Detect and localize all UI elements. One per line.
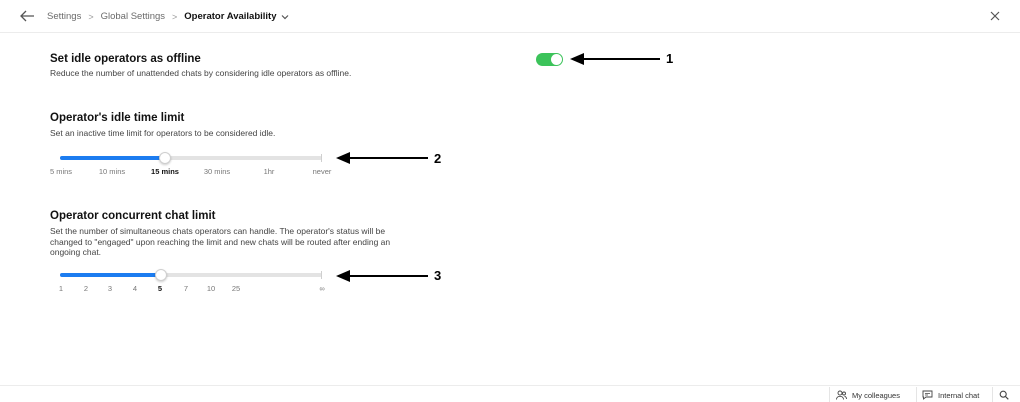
tick-label[interactable]: 1hr (264, 167, 275, 176)
slider-thumb[interactable] (154, 269, 167, 281)
annotation-arrow-3 (336, 270, 428, 282)
tick-label[interactable]: 2 (84, 284, 88, 293)
search-icon[interactable] (999, 390, 1009, 400)
tick-label[interactable]: 1 (59, 284, 63, 293)
chevron-down-icon (281, 14, 288, 19)
tick-label[interactable]: 5 (158, 284, 162, 293)
close-icon[interactable] (990, 11, 1000, 21)
tick-label[interactable]: 30 mins (204, 167, 230, 176)
breadcrumb-global-settings[interactable]: Global Settings (101, 11, 165, 22)
breadcrumb-settings[interactable]: Settings (47, 11, 81, 22)
slider-fill (60, 156, 165, 160)
annotation-number-2: 2 (434, 151, 442, 166)
idle-offline-title: Set idle operators as offline (50, 53, 201, 65)
arrow-line (582, 58, 660, 60)
tick-label[interactable]: 10 mins (99, 167, 125, 176)
tick-label[interactable]: 15 mins (151, 167, 179, 176)
breadcrumb-separator: > (88, 11, 94, 22)
my-colleagues-button[interactable]: My colleagues (836, 389, 900, 401)
footer-bar: My colleagues Internal chat (0, 385, 1020, 402)
idle-time-title: Operator's idle time limit (50, 112, 185, 124)
tick-label[interactable]: 3 (108, 284, 112, 293)
annotation-number-1: 1 (666, 51, 674, 66)
concurrent-slider[interactable] (60, 269, 322, 281)
chat-bubble-icon (922, 390, 933, 400)
footer-divider (829, 387, 830, 402)
idle-offline-description: Reduce the number of unattended chats by… (50, 68, 352, 78)
annotation-arrow-2 (336, 152, 428, 164)
internal-chat-label: Internal chat (938, 390, 980, 400)
tick-label[interactable]: 4 (133, 284, 137, 293)
slider-fill (60, 273, 161, 277)
idle-offline-toggle[interactable] (536, 53, 563, 66)
back-arrow-icon[interactable] (19, 9, 35, 23)
concurrent-title: Operator concurrent chat limit (50, 210, 216, 222)
tick-label[interactable]: never (313, 167, 332, 176)
toggle-knob (551, 54, 562, 65)
annotation-number-3: 3 (434, 268, 442, 283)
slider-end-mark (321, 154, 322, 162)
breadcrumb-current-dropdown[interactable]: Operator Availability (184, 11, 288, 22)
tick-label[interactable]: 25 (232, 284, 240, 293)
footer-divider (916, 387, 917, 402)
footer-divider (992, 387, 993, 402)
idle-time-slider[interactable] (60, 152, 322, 164)
slider-thumb[interactable] (158, 152, 171, 164)
tick-label[interactable]: 10 (207, 284, 215, 293)
tick-label[interactable]: ∞ (319, 284, 324, 293)
my-colleagues-label: My colleagues (852, 390, 900, 400)
concurrent-description-line: changed to "engaged" upon reaching the l… (50, 236, 391, 247)
arrow-line (348, 275, 428, 277)
breadcrumb-current-label: Operator Availability (184, 11, 277, 22)
colleagues-icon (836, 390, 847, 400)
arrow-line (348, 157, 428, 159)
concurrent-description-line: Set the number of simultaneous chats ope… (50, 226, 386, 236)
slider-end-mark (321, 271, 322, 279)
concurrent-description: Set the number of simultaneous chats ope… (50, 226, 390, 258)
annotation-arrow-1 (570, 53, 660, 65)
internal-chat-button[interactable]: Internal chat (922, 389, 979, 401)
top-bar: Settings > Global Settings > Operator Av… (0, 0, 1020, 33)
idle-time-description: Set an inactive time limit for operators… (50, 128, 276, 138)
tick-label[interactable]: 5 mins (50, 167, 72, 176)
tick-label[interactable]: 7 (184, 284, 188, 293)
breadcrumb: Settings > Global Settings > Operator Av… (47, 11, 289, 22)
concurrent-description-line: ongoing chat. (50, 247, 102, 257)
breadcrumb-separator: > (172, 11, 178, 22)
